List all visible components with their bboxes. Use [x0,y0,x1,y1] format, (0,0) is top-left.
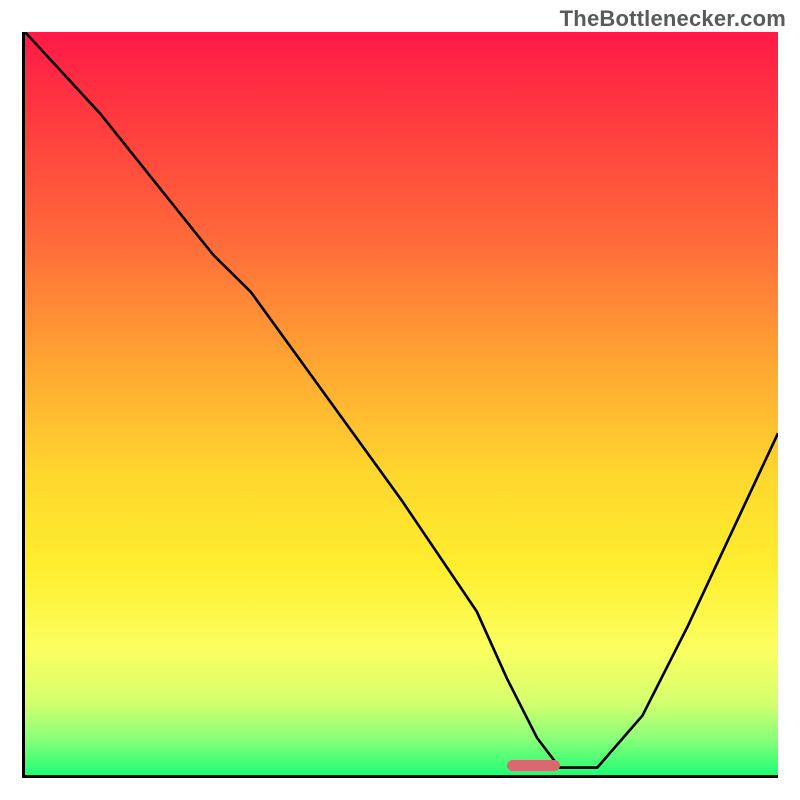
plot-area [22,32,778,778]
chart-container: TheBottlenecker.com [0,0,800,800]
optimal-range-marker [507,760,560,771]
bottleneck-curve [25,32,778,775]
attribution-label: TheBottlenecker.com [560,6,786,32]
curve-path [25,32,778,768]
